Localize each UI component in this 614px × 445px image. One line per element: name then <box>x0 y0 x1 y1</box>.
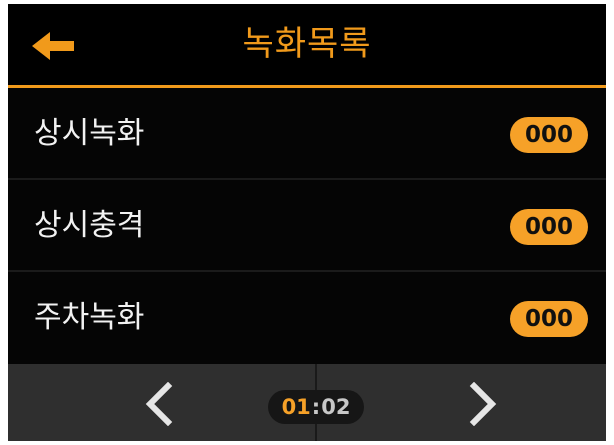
page-indicator: 01:02 <box>268 390 364 424</box>
header-bar: 녹화목록 <box>8 4 606 88</box>
page-separator: : <box>311 395 321 419</box>
recording-list-screen: 녹화목록 상시녹화 000 상시충격 000 주차녹화 000 01:02 <box>8 4 606 441</box>
list-item-label: 주차녹화 <box>34 300 145 335</box>
list-item-continuous-impact[interactable]: 상시충격 000 <box>8 180 606 272</box>
chevron-right-icon <box>469 381 497 427</box>
recording-category-list: 상시녹화 000 상시충격 000 주차녹화 000 <box>8 88 606 364</box>
current-page: 01 <box>281 395 311 419</box>
list-item-label: 상시녹화 <box>34 116 145 151</box>
next-page-button[interactable] <box>464 381 504 427</box>
total-pages: 02 <box>321 395 351 419</box>
previous-page-button[interactable] <box>138 381 178 427</box>
pagination-bar: 01:02 <box>8 364 606 441</box>
count-badge: 000 <box>510 117 588 153</box>
page-title: 녹화목록 <box>242 24 372 64</box>
count-badge: 000 <box>510 209 588 245</box>
chevron-left-icon <box>145 381 173 427</box>
list-item-parking-recording[interactable]: 주차녹화 000 <box>8 272 606 364</box>
list-item-continuous-recording[interactable]: 상시녹화 000 <box>8 88 606 180</box>
list-item-label: 상시충격 <box>34 208 145 243</box>
arrow-left-icon <box>32 32 74 60</box>
back-button[interactable] <box>30 26 80 66</box>
count-badge: 000 <box>510 301 588 337</box>
